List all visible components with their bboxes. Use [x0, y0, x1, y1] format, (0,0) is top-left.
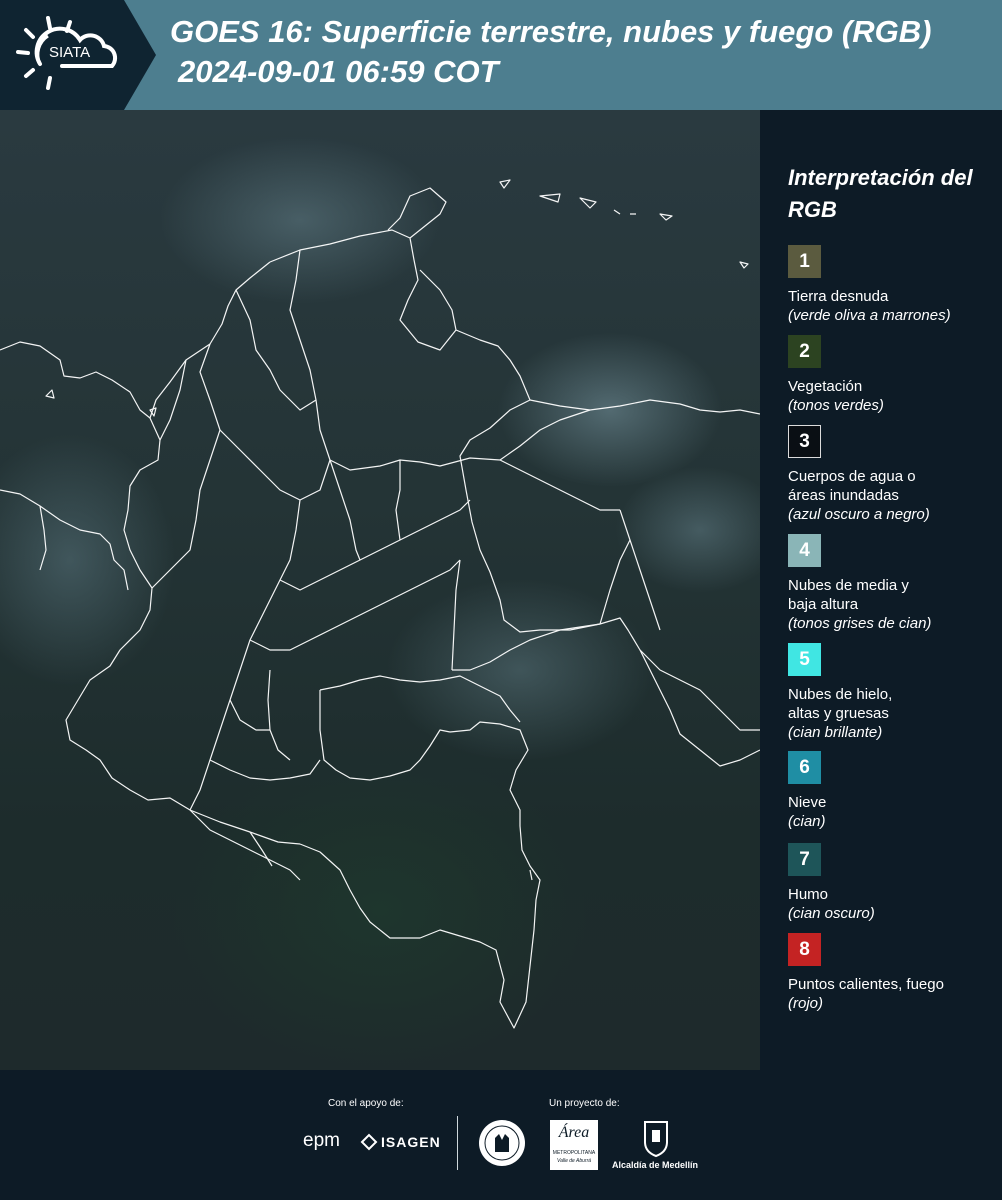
legend-description: (cian)	[788, 813, 826, 830]
medellin-shield-icon	[644, 1121, 668, 1158]
alcaldia-text: Alcaldía de Medellín	[612, 1160, 699, 1170]
legend-swatch: 4	[788, 534, 821, 567]
legend-title: Interpretación del RGB	[788, 165, 973, 222]
legend-label: Nubes de hielo, altas y gruesas	[788, 686, 893, 722]
legend-swatch: 2	[788, 335, 821, 368]
isagen-logo	[360, 1133, 378, 1156]
legend-swatch: 5	[788, 643, 821, 676]
legend-description: (cian oscuro)	[788, 905, 875, 922]
isagen-icon	[360, 1133, 378, 1151]
page-subtitle-datetime: 2024-09-01 06:59 COT	[178, 54, 499, 89]
antioquia-seal	[477, 1118, 527, 1173]
legend-description: (tonos verdes)	[788, 397, 884, 414]
footer-divider	[457, 1116, 458, 1170]
satellite-map	[0, 110, 760, 1070]
area-metropolitana-logo: Área METROPOLITANA Valle de Aburrá	[550, 1120, 598, 1170]
header: SIATA GOES 16: Superficie terrestre, nub…	[0, 0, 1002, 110]
legend-description: (rojo)	[788, 995, 824, 1012]
legend-swatch: 6	[788, 751, 821, 784]
map-borders	[0, 179, 760, 1029]
legend-item-vegetation: 2 Vegetación (tonos verdes)	[788, 335, 998, 415]
legend-swatch: 8	[788, 933, 821, 966]
logo-text: SIATA	[49, 44, 91, 61]
area-logo-subtext: METROPOLITANA	[552, 1150, 596, 1156]
epm-logo: epm	[303, 1130, 340, 1151]
legend-label: Tierra desnuda	[788, 288, 889, 305]
legend-description: (tonos grises de cian)	[788, 615, 932, 632]
support-label: Con el apoyo de:	[328, 1098, 404, 1109]
antioquia-seal-icon	[479, 1120, 525, 1166]
legend-item-fire: 8 Puntos calientes, fuego (rojo)	[788, 933, 998, 1013]
legend-description: (verde oliva a marrones)	[788, 307, 951, 324]
legend-label: Puntos calientes, fuego	[788, 976, 944, 993]
legend-label: Vegetación	[788, 378, 863, 395]
legend-swatch: 3	[788, 425, 821, 458]
legend-description: (azul oscuro a negro)	[788, 506, 930, 523]
legend-swatch: 1	[788, 245, 821, 278]
siata-logo: SIATA	[0, 0, 156, 110]
legend-description: (cian brillante)	[788, 724, 883, 741]
area-logo-subtext-2: Valle de Aburrá	[556, 1158, 592, 1164]
project-label: Un proyecto de:	[549, 1098, 620, 1109]
legend-item-ice-clouds: 5 Nubes de hielo, altas y gruesas (cian …	[788, 643, 918, 742]
legend-swatch: 7	[788, 843, 821, 876]
legend-item-water: 3 Cuerpos de agua o áreas inundadas (azu…	[788, 425, 948, 524]
legend-item-snow: 6 Nieve (cian)	[788, 751, 998, 831]
area-logo-text: Área	[558, 1124, 590, 1141]
alcaldia-medellin-logo	[642, 1118, 670, 1163]
legend-item-mid-low-clouds: 4 Nubes de media y baja altura (tonos gr…	[788, 534, 938, 633]
legend-item-bare-land: 1 Tierra desnuda (verde oliva a marrones…	[788, 245, 998, 325]
legend-label: Nubes de media y baja altura	[788, 577, 909, 613]
legend-label: Nieve	[788, 794, 827, 811]
legend-label: Cuerpos de agua o áreas inundadas	[788, 468, 916, 504]
isagen-logo-text: ISAGEN	[381, 1134, 441, 1150]
page-title: GOES 16: Superficie terrestre, nubes y f…	[170, 14, 932, 49]
legend-item-smoke: 7 Humo (cian oscuro)	[788, 843, 998, 923]
legend-label: Humo	[788, 886, 829, 903]
